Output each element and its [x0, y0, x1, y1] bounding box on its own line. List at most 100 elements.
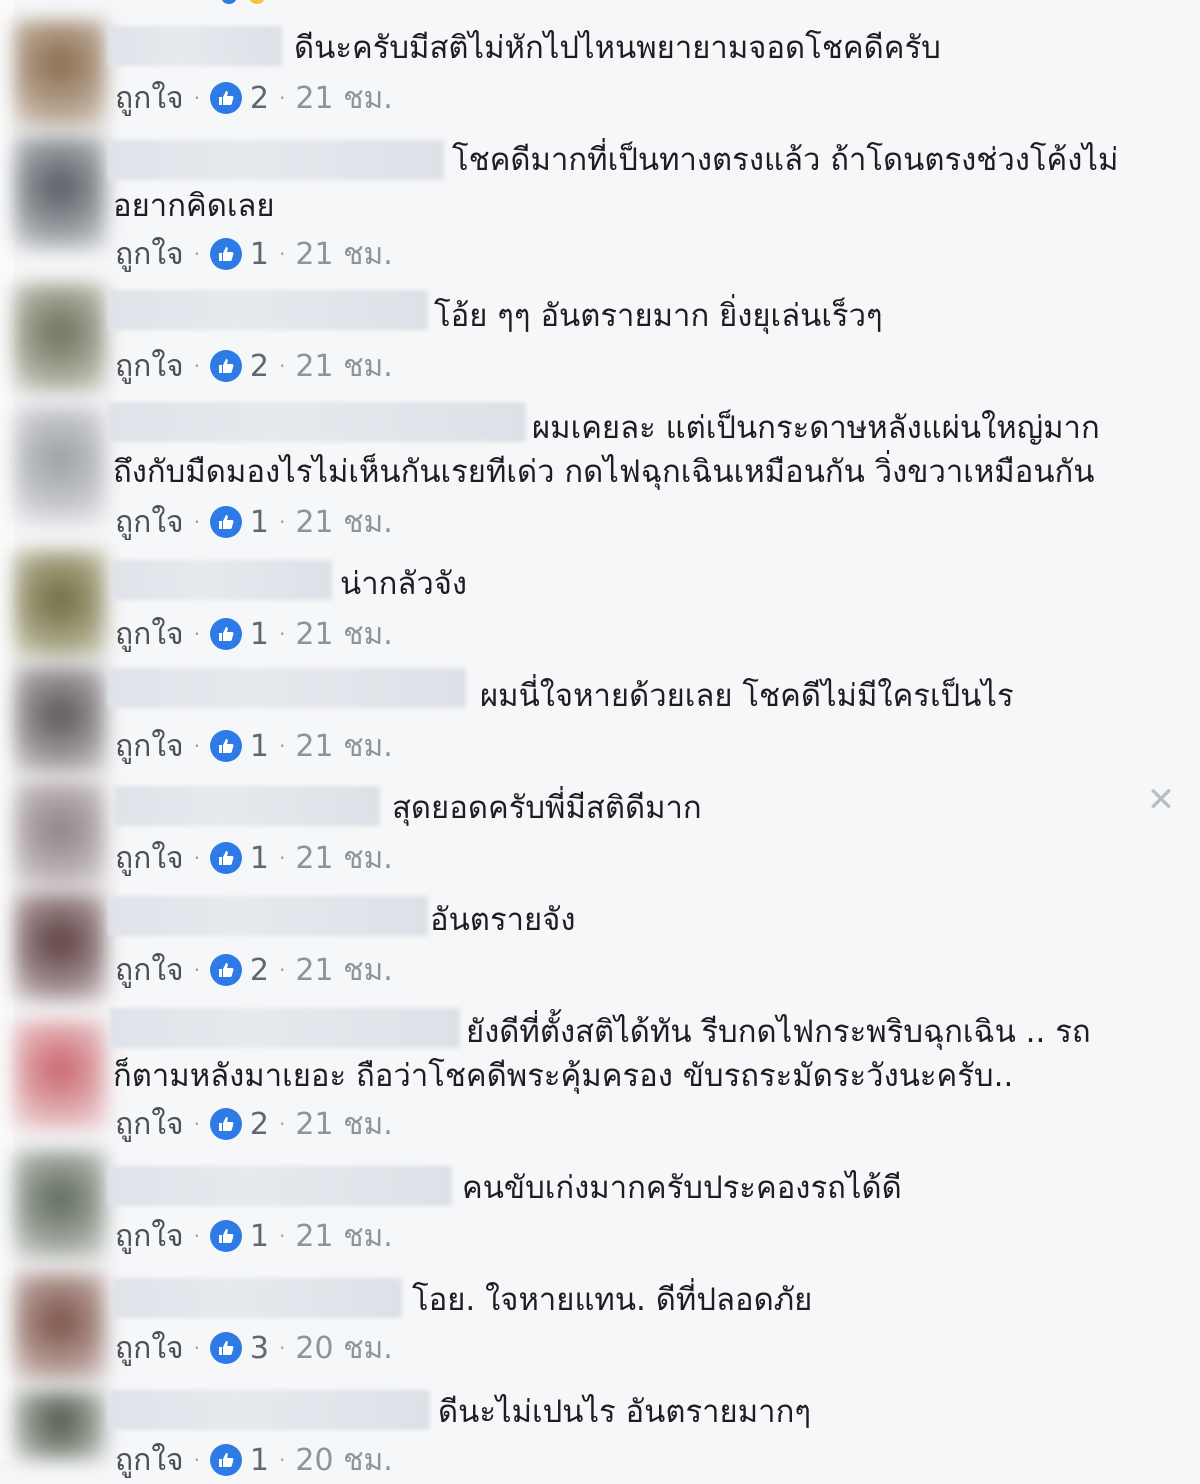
like-reaction-icon[interactable] — [209, 618, 242, 650]
separator-dot: · — [279, 1448, 286, 1472]
like-link[interactable]: ถูกใจ — [115, 1437, 184, 1484]
close-icon[interactable]: ✕ — [1146, 783, 1176, 817]
separator-dot: · — [193, 846, 200, 870]
commenter-name-blurred[interactable] — [108, 140, 444, 180]
like-link[interactable]: ถูกใจ — [115, 343, 184, 390]
like-count[interactable]: 1 — [250, 505, 269, 540]
separator-dot: · — [193, 622, 200, 646]
like-reaction-icon[interactable] — [209, 506, 242, 538]
comment-timestamp[interactable]: 21 ชม. — [295, 1101, 392, 1148]
commenter-name-blurred[interactable] — [108, 896, 428, 936]
like-count[interactable]: 1 — [250, 617, 269, 652]
avatar[interactable] — [14, 892, 106, 1002]
like-count[interactable]: 2 — [250, 1107, 269, 1142]
like-reaction-icon[interactable] — [209, 1444, 242, 1476]
comment-actions: ถูกใจ · 2 · 21 ชม. — [115, 1104, 393, 1144]
like-reaction-icon[interactable] — [209, 842, 242, 874]
comment-text: สุดยอดครับพี่มีสติดีมาก — [392, 790, 702, 826]
commenter-name-blurred[interactable] — [112, 1278, 402, 1318]
avatar[interactable] — [14, 665, 106, 775]
comment-timestamp[interactable]: 20 ชม. — [295, 1325, 392, 1372]
comment-text-continued: ถึงกับมืดมองไรไม่เห็นกันเรยทีเด่ว กดไฟฉุ… — [113, 454, 1095, 490]
separator-dot: · — [193, 242, 200, 266]
commenter-name-blurred[interactable] — [114, 786, 380, 826]
separator-dot: · — [193, 1224, 200, 1248]
separator-dot: · — [193, 734, 200, 758]
like-reaction-icon[interactable] — [209, 82, 242, 114]
comment-actions: ถูกใจ · 1 · 21 ชม. — [115, 1216, 393, 1256]
avatar[interactable] — [14, 20, 106, 130]
separator-dot: · — [193, 958, 200, 982]
like-reaction-icon[interactable] — [209, 730, 242, 762]
like-reaction-icon[interactable] — [209, 1108, 242, 1140]
like-link[interactable]: ถูกใจ — [115, 231, 184, 278]
separator-dot: · — [193, 1336, 200, 1360]
like-link[interactable]: ถูกใจ — [115, 499, 184, 546]
commenter-name-blurred[interactable] — [108, 1390, 430, 1430]
like-link[interactable]: ถูกใจ — [115, 835, 184, 882]
avatar[interactable] — [14, 135, 106, 250]
avatar[interactable] — [14, 1020, 106, 1130]
like-link[interactable]: ถูกใจ — [115, 1101, 184, 1148]
comment-timestamp[interactable]: 20 ชม. — [295, 1437, 392, 1484]
comment-actions: ถูกใจ · 1 · 21 ชม. — [115, 726, 393, 766]
like-link[interactable]: ถูกใจ — [115, 1213, 184, 1260]
like-link[interactable]: ถูกใจ — [115, 1325, 184, 1372]
commenter-name-blurred[interactable] — [108, 290, 428, 330]
separator-dot: · — [193, 354, 200, 378]
comment-timestamp[interactable]: 21 ชม. — [295, 947, 392, 994]
like-reaction-icon[interactable] — [209, 350, 242, 382]
avatar[interactable] — [14, 405, 106, 525]
comment-actions: ถูกใจ · 1 · 21 ชม. — [115, 234, 393, 274]
comment-timestamp[interactable]: 21 ชม. — [295, 231, 392, 278]
comment-timestamp[interactable]: 21 ชม. — [295, 1213, 392, 1260]
commenter-name-blurred[interactable] — [112, 560, 332, 600]
like-count[interactable]: 1 — [250, 729, 269, 764]
comment-text-continued: อยากคิดเลย — [113, 188, 275, 224]
comment-timestamp[interactable]: 21 ชม. — [295, 499, 392, 546]
avatar[interactable] — [14, 550, 106, 660]
separator-dot: · — [279, 1224, 286, 1248]
comment-timestamp[interactable]: 21 ชม. — [295, 75, 392, 122]
comment-timestamp[interactable]: 21 ชม. — [295, 723, 392, 770]
like-count[interactable]: 2 — [250, 349, 269, 384]
like-reaction-icon[interactable] — [209, 1220, 242, 1252]
avatar[interactable] — [14, 1150, 106, 1260]
like-count[interactable]: 1 — [250, 1219, 269, 1254]
like-link[interactable]: ถูกใจ — [115, 75, 184, 122]
like-reaction-icon[interactable] — [209, 954, 242, 986]
like-reaction-icon[interactable] — [209, 238, 242, 270]
separator-dot: · — [279, 354, 286, 378]
like-count[interactable]: 2 — [250, 81, 269, 116]
avatar[interactable] — [14, 1272, 106, 1382]
comment-timestamp[interactable]: 21 ชม. — [295, 835, 392, 882]
like-link[interactable]: ถูกใจ — [115, 611, 184, 658]
commenter-name-blurred[interactable] — [108, 402, 526, 442]
comment-text: อันตรายจัง — [430, 902, 576, 938]
commenter-name-blurred[interactable] — [108, 26, 282, 66]
like-count[interactable]: 1 — [250, 1443, 269, 1478]
separator-dot: · — [279, 242, 286, 266]
comment-text: ดีนะครับมีสติไม่หักไปไหนพยายามจอดโชคดีคร… — [294, 30, 941, 66]
avatar[interactable] — [14, 283, 106, 393]
avatar[interactable] — [14, 1390, 106, 1460]
separator-dot: · — [193, 1448, 200, 1472]
commenter-name-blurred[interactable] — [108, 668, 466, 708]
commenter-name-blurred[interactable] — [108, 1166, 452, 1206]
comment-text: ผมเคยละ แต่เป็นกระดาษหลังแผ่นใหญ่มาก — [532, 410, 1100, 446]
commenter-name-blurred[interactable] — [110, 1008, 460, 1048]
like-count[interactable]: 1 — [250, 841, 269, 876]
separator-dot: · — [279, 1112, 286, 1136]
avatar[interactable] — [14, 780, 106, 890]
like-reaction-icon[interactable] — [209, 1332, 242, 1364]
like-count[interactable]: 1 — [250, 237, 269, 272]
comment-text: น่ากลัวจัง — [340, 566, 468, 602]
like-count[interactable]: 2 — [250, 953, 269, 988]
like-link[interactable]: ถูกใจ — [115, 947, 184, 994]
separator-dot: · — [279, 86, 286, 110]
like-link[interactable]: ถูกใจ — [115, 723, 184, 770]
like-count[interactable]: 3 — [250, 1331, 269, 1366]
comment-timestamp[interactable]: 21 ชม. — [295, 343, 392, 390]
separator-dot: · — [279, 510, 286, 534]
comment-timestamp[interactable]: 21 ชม. — [295, 611, 392, 658]
